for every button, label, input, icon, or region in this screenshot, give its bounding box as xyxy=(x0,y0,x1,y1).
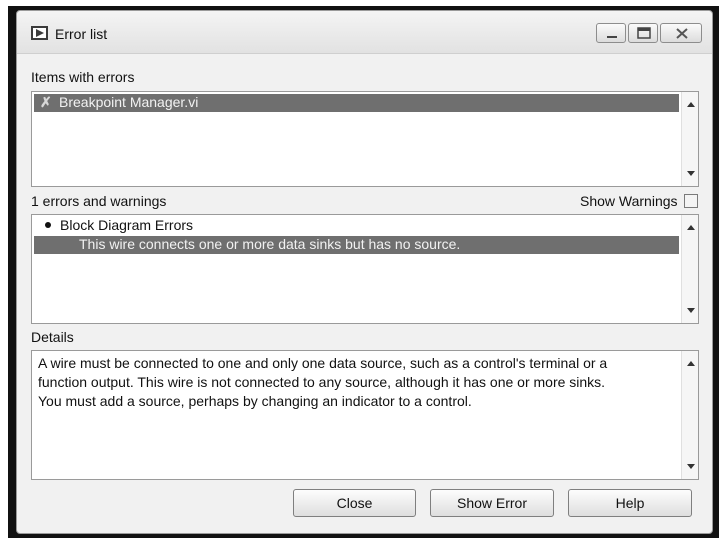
errors-scrollbar[interactable] xyxy=(681,215,698,323)
maximize-button[interactable] xyxy=(628,23,658,43)
minimize-icon xyxy=(607,36,617,38)
show-warnings-checkbox[interactable] xyxy=(684,194,698,208)
error-list-window: Error list Items with errors ✗ Breakpoin… xyxy=(16,10,713,534)
scroll-down-icon[interactable] xyxy=(687,308,695,313)
close-icon xyxy=(676,28,688,39)
error-group-label[interactable]: Block Diagram Errors xyxy=(60,217,193,233)
items-with-errors-list[interactable]: ✗ Breakpoint Manager.vi xyxy=(31,91,699,187)
help-button[interactable]: Help xyxy=(568,489,692,517)
details-line: A wire must be connected to one and only… xyxy=(38,355,608,371)
items-with-errors-label: Items with errors xyxy=(31,69,135,85)
scroll-up-icon[interactable] xyxy=(687,225,695,230)
details-line: function output. This wire is not connec… xyxy=(38,374,606,390)
item-name: Breakpoint Manager.vi xyxy=(59,94,199,110)
error-message: This wire connects one or more data sink… xyxy=(79,236,461,252)
title-bar[interactable]: Error list xyxy=(17,11,712,54)
errors-count-label: 1 errors and warnings xyxy=(31,193,167,209)
scroll-up-icon[interactable] xyxy=(687,361,695,366)
minimize-button[interactable] xyxy=(596,23,626,43)
details-text: A wire must be connected to one and only… xyxy=(38,354,678,411)
error-x-icon: ✗ xyxy=(40,94,52,110)
show-warnings-label: Show Warnings xyxy=(580,193,678,209)
show-error-button[interactable]: Show Error xyxy=(430,489,554,517)
window-title: Error list xyxy=(55,26,108,42)
list-item[interactable]: ✗ Breakpoint Manager.vi xyxy=(34,94,679,112)
details-line: You must add a source, perhaps by changi… xyxy=(38,393,472,409)
labview-app-icon xyxy=(31,25,49,41)
scroll-up-icon[interactable] xyxy=(687,102,695,107)
close-button[interactable]: Close xyxy=(293,489,416,517)
errors-list[interactable]: Block Diagram Errors This wire connects … xyxy=(31,214,699,324)
bullet-icon xyxy=(45,222,51,228)
items-scrollbar[interactable] xyxy=(681,92,698,186)
error-row-selected[interactable]: This wire connects one or more data sink… xyxy=(34,236,679,254)
details-box[interactable]: A wire must be connected to one and only… xyxy=(31,350,699,480)
close-window-button[interactable] xyxy=(660,23,702,43)
scroll-down-icon[interactable] xyxy=(687,464,695,469)
scroll-down-icon[interactable] xyxy=(687,171,695,176)
details-scrollbar[interactable] xyxy=(681,351,698,479)
maximize-icon xyxy=(637,27,651,39)
details-label: Details xyxy=(31,329,74,345)
